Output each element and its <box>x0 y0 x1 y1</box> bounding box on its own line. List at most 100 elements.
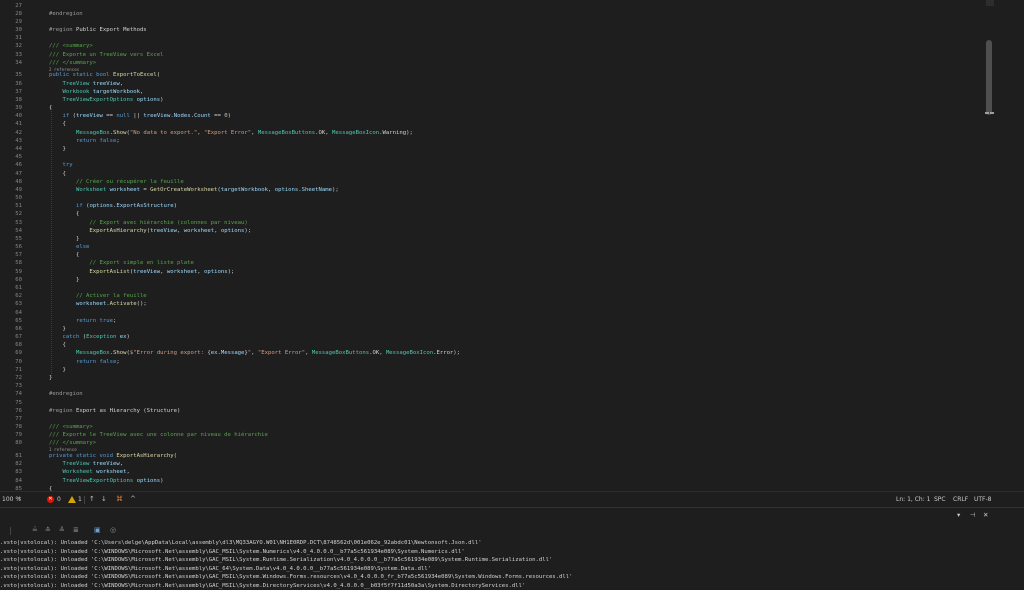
code-token: } <box>49 236 79 242</box>
code-area[interactable]: #endregion #region Public Export Methods /… <box>49 0 984 491</box>
code-line[interactable]: MessageBox.Show("No data to export.", "E… <box>49 129 413 137</box>
find-message-icon[interactable]: ≟ <box>32 526 38 534</box>
line-number: 67 <box>0 333 22 341</box>
code-line[interactable]: /// <summary> <box>49 42 93 50</box>
code-line[interactable]: private static void ExportAsHierarchy( <box>49 452 177 460</box>
clear-all-icon[interactable]: ≣ <box>73 526 79 534</box>
code-line[interactable]: TreeView treeView, <box>49 80 123 88</box>
code-line[interactable]: Worksheet worksheet, <box>49 468 130 476</box>
output-text[interactable]: .vsto|vstolocal): Unloaded 'C:\Users\del… <box>0 539 1024 590</box>
pin-icon[interactable]: ⊣ <box>970 511 976 519</box>
code-token: TreeViewExportOptions <box>62 97 133 103</box>
code-token <box>49 130 76 136</box>
code-line[interactable]: if (options.ExportAsStructure) <box>49 202 177 210</box>
whitespace-mode[interactable]: SPC <box>934 496 946 503</box>
line-number: 74 <box>0 390 22 398</box>
error-count[interactable]: 0 <box>57 496 61 503</box>
arrow-down-icon[interactable]: ↓ <box>101 495 107 503</box>
editor-status-bar: 100 % ▾ ✕ 0 1 ↑ ↓ ⌘ ^ Ln: 1, Ch: 1 SPC C… <box>0 491 1024 508</box>
line-number: 32 <box>0 42 22 50</box>
code-line[interactable]: return false; <box>49 358 120 366</box>
dropdown-icon[interactable]: ▾ <box>957 511 960 519</box>
line-number: 68 <box>0 341 22 349</box>
next-message-icon[interactable]: ≚ <box>59 526 65 534</box>
code-line[interactable]: #region Export as Hierarchy (Structure) <box>49 407 180 415</box>
code-line[interactable]: return false; <box>49 137 120 145</box>
code-line[interactable]: #endregion <box>49 10 83 18</box>
line-number: 84 <box>0 477 22 485</box>
zoom-dropdown-icon[interactable]: ▾ <box>18 495 21 502</box>
code-token: Public Export Methods <box>76 27 147 33</box>
code-line[interactable]: public static bool ExportToExcel( <box>49 71 160 79</box>
brush-icon[interactable]: ⌘ <box>116 495 123 503</box>
code-token: treeView <box>89 81 119 87</box>
scrollbar-marker <box>990 112 994 114</box>
code-line[interactable]: // Export avec hiérarchie (colonnes par … <box>49 219 248 227</box>
chevron-up-icon[interactable]: ^ <box>130 495 136 503</box>
code-line[interactable]: #endregion <box>49 390 83 398</box>
code-line[interactable]: TreeViewExportOptions options) <box>49 477 164 485</box>
code-token: /// Exporte un TreeView vers Excel <box>49 52 164 58</box>
line-number: 36 <box>0 80 22 88</box>
code-line[interactable]: // Activer la feuille <box>49 292 147 300</box>
code-line[interactable]: Worksheet worksheet = GetOrCreateWorkshe… <box>49 186 339 194</box>
cursor-position[interactable]: Ln: 1, Ch: 1 <box>896 496 930 503</box>
warning-count[interactable]: 1 <box>78 496 82 503</box>
settings-icon[interactable]: ◎ <box>110 526 116 534</box>
code-token: options <box>204 269 228 275</box>
line-number: 64 <box>0 309 22 317</box>
vertical-scrollbar[interactable] <box>984 0 994 491</box>
line-number: 82 <box>0 460 22 468</box>
arrow-up-icon[interactable]: ↑ <box>89 495 95 503</box>
code-line[interactable]: /// Exporte le TreeView avec une colonne… <box>49 431 268 439</box>
code-line[interactable]: /// Exporte un TreeView vers Excel <box>49 51 164 59</box>
code-line[interactable]: ExportAsHierarchy(treeView, worksheet, o… <box>49 227 251 235</box>
code-line[interactable]: ExportAsList(treeView, worksheet, option… <box>49 268 234 276</box>
line-number: 80 <box>0 439 22 447</box>
code-line[interactable]: catch (Exception ex) <box>49 333 130 341</box>
code-line[interactable]: worksheet.Activate(); <box>49 300 147 308</box>
error-icon[interactable]: ✕ <box>47 496 54 503</box>
code-token: private static void <box>49 453 116 459</box>
close-icon[interactable]: ✕ <box>983 511 988 519</box>
code-token: .Error); <box>433 350 460 356</box>
code-token: Worksheet <box>62 469 92 475</box>
code-token: Message <box>221 350 245 356</box>
line-number: 49 <box>0 186 22 194</box>
code-token: worksheet <box>93 469 127 475</box>
code-editor[interactable]: 2728293031323334353637383940414243444546… <box>0 0 1024 491</box>
code-token: SheetName <box>302 187 332 193</box>
line-ending[interactable]: CRLF <box>953 496 968 503</box>
code-line[interactable]: return true; <box>49 317 116 325</box>
previous-message-icon[interactable]: ≛ <box>45 526 51 534</box>
code-token: "Export Error" <box>258 350 305 356</box>
word-wrap-icon[interactable]: ▣ <box>94 526 101 534</box>
code-line[interactable]: else <box>49 243 89 251</box>
code-line[interactable]: { <box>49 251 79 259</box>
code-line[interactable]: if (treeView == null || treeView.Nodes.C… <box>49 112 231 120</box>
code-line[interactable]: { <box>49 210 79 218</box>
code-token: Show <box>113 130 126 136</box>
warning-icon[interactable] <box>68 496 76 503</box>
code-token: MessageBoxButtons <box>258 130 315 136</box>
output-line: .vsto|vstolocal): Unloaded 'C:\Users\del… <box>0 539 482 548</box>
code-line[interactable]: #region Public Export Methods <box>49 26 147 34</box>
code-line[interactable]: } <box>49 276 79 284</box>
code-line[interactable]: TreeView treeView, <box>49 460 123 468</box>
line-number: 33 <box>0 51 22 59</box>
code-line[interactable]: } <box>49 235 79 243</box>
code-line[interactable]: MessageBox.Show($"Error during export: {… <box>49 349 460 357</box>
code-line[interactable]: // Export simple en liste plate <box>49 259 194 267</box>
line-number: 53 <box>0 219 22 227</box>
code-line[interactable]: // Créer ou récupérer la feuille <box>49 178 184 186</box>
code-line[interactable]: Workbook targetWorkbook, <box>49 88 143 96</box>
code-token <box>49 318 76 324</box>
file-encoding[interactable]: UTF-8 <box>974 496 992 503</box>
code-line[interactable]: /// <summary> <box>49 423 93 431</box>
output-line: .vsto|vstolocal): Unloaded 'C:\WINDOWS\M… <box>0 556 552 565</box>
code-token: options <box>89 203 113 209</box>
code-token: ; <box>113 318 116 324</box>
code-token: TreeView <box>62 81 89 87</box>
code-line[interactable]: TreeViewExportOptions options) <box>49 96 164 104</box>
scrollbar-thumb[interactable] <box>986 40 992 115</box>
